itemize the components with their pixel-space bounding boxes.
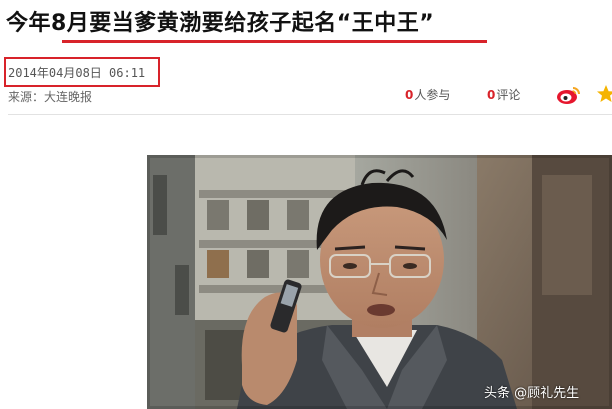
article-title: 今年8月要当爹黄渤要给孩子起名“王中王”	[6, 11, 435, 36]
comments-link[interactable]: 0 评论	[487, 86, 520, 103]
participants-link[interactable]: 0 人参与	[405, 86, 450, 103]
title-underline-annotation	[62, 40, 487, 43]
weibo-icon[interactable]	[556, 85, 582, 105]
watermark-text: 头条 @顾礼先生	[484, 386, 580, 401]
comments-label: 评论	[496, 88, 521, 102]
comments-count: 0	[487, 87, 496, 102]
star-icon[interactable]	[596, 84, 612, 104]
news-photo	[147, 155, 612, 409]
article-source: 来源：大连晚报	[8, 90, 93, 104]
header-divider	[8, 114, 612, 115]
participants-count: 0	[405, 87, 414, 102]
participants-label: 人参与	[414, 88, 451, 102]
publish-date: 2014年04月08日 06:11	[8, 66, 146, 80]
